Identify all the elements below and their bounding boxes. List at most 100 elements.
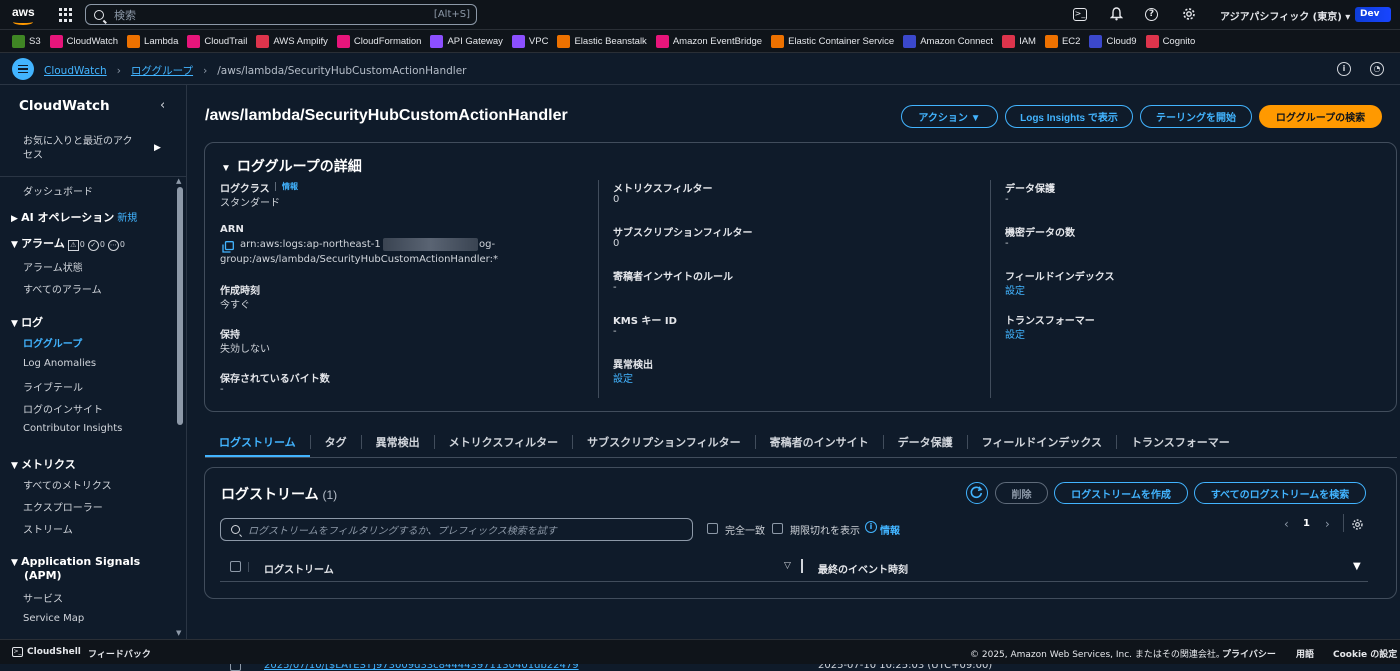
sidebar-item-18[interactable]: Service Map xyxy=(23,613,84,624)
sidebar-section-11[interactable]: ▼ メトリクス xyxy=(11,456,76,472)
favorite-elastic-container-service[interactable]: Elastic Container Service xyxy=(771,34,894,48)
breadcrumb-cloudwatch[interactable]: CloudWatch xyxy=(44,65,107,77)
anomaly-detection-configure-link[interactable]: 設定 xyxy=(613,370,633,385)
help-icon[interactable]: ? xyxy=(1145,8,1158,21)
sidebar-scrollbar[interactable]: ▲ ▼ xyxy=(175,177,185,639)
sidebar-item-17[interactable]: サービス xyxy=(23,590,63,605)
sidebar-item-8[interactable]: ライブテール xyxy=(23,379,83,394)
actions-dropdown-button[interactable]: アクション ▼ xyxy=(901,105,998,128)
favorite-cloudtrail[interactable]: CloudTrail xyxy=(187,34,247,48)
sidebar-item-3[interactable]: アラーム状態 xyxy=(23,259,83,274)
field-index-configure-link[interactable]: 設定 xyxy=(1005,282,1025,297)
tab-1[interactable]: タグ xyxy=(311,430,361,458)
sidebar-item-7[interactable]: Log Anomalies xyxy=(23,358,96,369)
start-tailing-button[interactable]: テーリングを開始 xyxy=(1140,105,1252,128)
cookie-preferences-link[interactable]: Cookie の設定 xyxy=(1333,647,1397,660)
terms-link[interactable]: 用語 xyxy=(1296,647,1314,660)
time-zone-icon[interactable]: ◔ xyxy=(1370,62,1384,76)
details-header[interactable]: ▼ ロググループの詳細 xyxy=(221,156,362,176)
favorite-cloud9[interactable]: Cloud9 xyxy=(1089,34,1137,48)
privacy-link[interactable]: プライバシー xyxy=(1222,647,1276,660)
breadcrumb-log-groups[interactable]: ロググループ xyxy=(131,63,193,78)
search-all-log-streams-button[interactable]: すべてのログストリームを検索 xyxy=(1194,482,1366,504)
favorite-cloudwatch[interactable]: CloudWatch xyxy=(49,34,118,48)
scrollbar-thumb[interactable] xyxy=(177,187,183,425)
sidebar-section-2[interactable]: ▼ アラーム ⚠ 0 ✓ 0 ⋯ 0 xyxy=(11,235,125,251)
gear-icon[interactable] xyxy=(1181,7,1197,23)
create-log-stream-button[interactable]: ログストリームを作成 xyxy=(1054,482,1188,504)
next-page-icon[interactable]: › xyxy=(1325,517,1330,531)
view-in-logs-insights-button[interactable]: Logs Insights で表示 xyxy=(1005,105,1133,128)
tab-6[interactable]: データ保護 xyxy=(884,430,967,458)
region-selector[interactable]: アジアパシフィック (東京) ▾ xyxy=(1220,8,1350,23)
sidebar-item-14[interactable]: ストリーム xyxy=(23,521,73,536)
sidebar-item-10[interactable]: Contributor Insights xyxy=(23,423,122,434)
refresh-button[interactable] xyxy=(966,482,988,504)
feedback-link[interactable]: フィードバック xyxy=(88,647,151,660)
global-search-input[interactable]: 検索 [Alt+S] xyxy=(85,4,477,25)
sidebar-section-5[interactable]: ▼ ログ xyxy=(11,314,43,330)
favorite-s3[interactable]: S3 xyxy=(12,34,41,48)
tab-3[interactable]: メトリクスフィルター xyxy=(435,430,572,458)
sidebar-item-13[interactable]: エクスプローラー xyxy=(23,499,103,514)
favorite-ec2[interactable]: EC2 xyxy=(1044,34,1080,48)
tab-8[interactable]: トランスフォーマー xyxy=(1117,430,1244,458)
column-resize-handle[interactable] xyxy=(801,559,803,573)
cloudshell-icon[interactable]: >_ xyxy=(1073,8,1087,21)
sidebar-section-1[interactable]: ▶ AI オペレーション 新規 xyxy=(11,209,137,225)
favorite-amazon-connect[interactable]: Amazon Connect xyxy=(903,34,993,48)
sidebar-item-0[interactable]: ダッシュボード xyxy=(23,183,93,198)
table-preferences-icon[interactable] xyxy=(1351,516,1364,530)
copy-icon[interactable] xyxy=(222,238,234,253)
bell-icon[interactable] xyxy=(1108,7,1124,23)
favorite-amazon-eventbridge[interactable]: Amazon EventBridge xyxy=(655,34,762,48)
log-group-details-panel: ▼ ロググループの詳細 ログクラス 情報 スタンダード ARN arn:aws:l… xyxy=(204,142,1397,412)
favorite-aws-amplify[interactable]: AWS Amplify xyxy=(256,34,328,48)
select-all-checkbox[interactable] xyxy=(230,561,241,572)
favorites-recent-toggle[interactable]: お気に入りと最近のアクセス xyxy=(23,135,133,163)
account-menu[interactable]: Dev xyxy=(1355,7,1391,22)
log-stream-filter-input[interactable]: ログストリームをフィルタリングするか、プレフィックス検索を試す xyxy=(220,518,693,541)
favorite-api-gateway[interactable]: API Gateway xyxy=(430,34,503,48)
show-expired-checkbox[interactable] xyxy=(772,523,783,534)
info-icon[interactable]: i xyxy=(1337,62,1351,76)
show-expired-info-link[interactable]: 情報 xyxy=(880,522,900,537)
favorite-elastic-beanstalk[interactable]: Elastic Beanstalk xyxy=(557,34,647,48)
search-log-group-button[interactable]: ロググループの検索 xyxy=(1259,105,1382,128)
sort-descending-icon[interactable]: ▼ xyxy=(1353,561,1361,572)
sidebar-item-12[interactable]: すべてのメトリクス xyxy=(23,477,112,492)
favorite-iam[interactable]: IAM xyxy=(1002,34,1036,48)
current-page-number[interactable]: 1 xyxy=(1303,518,1310,529)
tab-5[interactable]: 寄稿者のインサイト xyxy=(756,430,883,458)
delete-button[interactable]: 削除 xyxy=(995,482,1048,504)
previous-page-icon[interactable]: ‹ xyxy=(1284,517,1289,531)
menu-toggle-button[interactable] xyxy=(12,58,34,80)
services-grid-icon[interactable] xyxy=(59,8,73,22)
scroll-up-icon[interactable]: ▲ xyxy=(176,177,181,185)
sidebar-section-16[interactable]: (APM) xyxy=(24,569,62,582)
sidebar-item-6[interactable]: ロググループ xyxy=(23,335,82,350)
column-header-last-event-time[interactable]: 最終のイベント時刻 xyxy=(818,561,908,576)
column-header-log-stream[interactable]: ログストリーム xyxy=(264,561,334,576)
tab-7[interactable]: フィールドインデックス xyxy=(968,430,1116,458)
favorite-cloudformation[interactable]: CloudFormation xyxy=(336,34,421,48)
exact-match-checkbox[interactable] xyxy=(707,523,718,534)
cloudshell-link[interactable]: CloudShell xyxy=(27,647,81,657)
log-class-info-link[interactable]: 情報 xyxy=(282,181,298,192)
tab-2[interactable]: 異常検出 xyxy=(362,430,434,458)
tab-0[interactable]: ログストリーム xyxy=(205,430,310,458)
favorite-vpc[interactable]: VPC xyxy=(511,34,548,48)
transformer-configure-link[interactable]: 設定 xyxy=(1005,326,1025,341)
contributor-rules-label: 寄稿者インサイトのルール xyxy=(613,272,733,283)
favorite-lambda[interactable]: Lambda xyxy=(127,34,178,48)
scroll-down-icon[interactable]: ▼ xyxy=(176,629,181,637)
info-icon[interactable]: i xyxy=(865,521,877,533)
close-sidebar-icon[interactable]: ‹ xyxy=(160,98,165,113)
favorite-cognito[interactable]: Cognito xyxy=(1145,34,1195,48)
tab-4[interactable]: サブスクリプションフィルター xyxy=(573,430,754,458)
sidebar-section-15[interactable]: ▼ Application Signals xyxy=(11,555,140,568)
sidebar-item-4[interactable]: すべてのアラーム xyxy=(23,281,102,296)
aws-logo[interactable]: aws xyxy=(12,5,38,27)
sort-icon[interactable]: ▽ xyxy=(784,561,791,571)
sidebar-item-9[interactable]: ログのインサイト xyxy=(23,401,103,416)
